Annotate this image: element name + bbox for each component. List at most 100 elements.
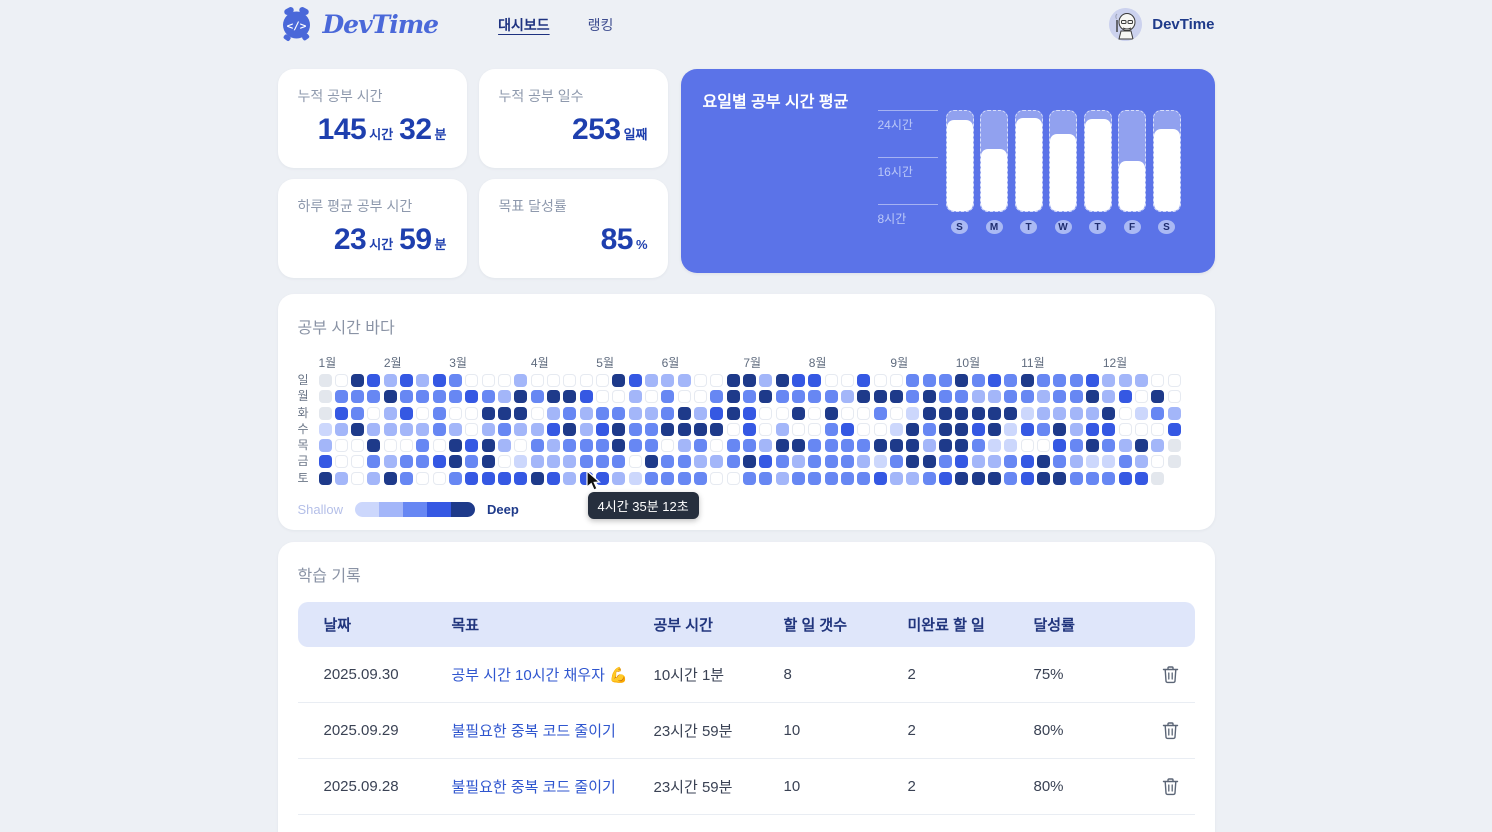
heatmap-cell[interactable]: [661, 374, 675, 387]
heatmap-cell[interactable]: [612, 422, 626, 436]
heatmap-cell[interactable]: [906, 374, 920, 387]
heatmap-cell[interactable]: [824, 406, 838, 420]
heatmap-cell[interactable]: [351, 390, 365, 404]
heatmap-cell[interactable]: [416, 374, 430, 387]
heatmap-cell[interactable]: [628, 406, 642, 420]
heatmap-cell[interactable]: [938, 439, 952, 453]
delete-record-button[interactable]: [1162, 665, 1179, 684]
heatmap-cell[interactable]: [1167, 390, 1181, 404]
heatmap-cell[interactable]: [922, 406, 936, 420]
heatmap-cell[interactable]: [710, 471, 724, 485]
heatmap-cell[interactable]: [596, 374, 610, 387]
heatmap-cell[interactable]: [1053, 455, 1067, 469]
heatmap-cell[interactable]: [1069, 471, 1083, 485]
heatmap-cell[interactable]: [383, 390, 397, 404]
heatmap-cell[interactable]: [694, 439, 708, 453]
heatmap-cell[interactable]: [1020, 471, 1034, 485]
heatmap-cell[interactable]: [416, 390, 430, 404]
heatmap-cell[interactable]: [530, 406, 544, 420]
heatmap-cell[interactable]: [645, 471, 659, 485]
heatmap-cell[interactable]: [596, 406, 610, 420]
heatmap-cell[interactable]: [922, 439, 936, 453]
heatmap-cell[interactable]: [498, 422, 512, 436]
heatmap-cell[interactable]: [906, 471, 920, 485]
heatmap-cell[interactable]: [1036, 439, 1050, 453]
heatmap-cell[interactable]: [351, 422, 365, 436]
heatmap-cell[interactable]: [824, 439, 838, 453]
heatmap-cell[interactable]: [1036, 406, 1050, 420]
heatmap-cell[interactable]: [367, 406, 381, 420]
heatmap-cell[interactable]: [792, 471, 806, 485]
heatmap-cell[interactable]: [694, 422, 708, 436]
heatmap-cell[interactable]: [612, 406, 626, 420]
heatmap-cell[interactable]: [873, 455, 887, 469]
heatmap-cell[interactable]: [1004, 439, 1018, 453]
heatmap-cell[interactable]: [808, 374, 822, 387]
heatmap-cell[interactable]: [726, 422, 740, 436]
heatmap-cell[interactable]: [987, 471, 1001, 485]
heatmap-cell[interactable]: [449, 455, 463, 469]
heatmap-cell[interactable]: [628, 374, 642, 387]
heatmap-cell[interactable]: [514, 455, 528, 469]
heatmap-cell[interactable]: [1020, 406, 1034, 420]
heatmap-cell[interactable]: [547, 390, 561, 404]
heatmap-cell[interactable]: [1151, 406, 1165, 420]
heatmap-cell[interactable]: [612, 455, 626, 469]
heatmap-cell[interactable]: [416, 455, 430, 469]
heatmap-cell[interactable]: [481, 439, 495, 453]
heatmap-cell[interactable]: [367, 471, 381, 485]
heatmap-cell[interactable]: [1004, 374, 1018, 387]
heatmap-cell[interactable]: [824, 390, 838, 404]
heatmap-cell[interactable]: [857, 439, 871, 453]
heatmap-cell[interactable]: [1118, 439, 1132, 453]
heatmap-cell[interactable]: [596, 422, 610, 436]
heatmap-cell[interactable]: [1085, 455, 1099, 469]
user-menu[interactable]: DevTime: [1109, 8, 1215, 41]
heatmap-cell[interactable]: [1069, 390, 1083, 404]
heatmap-cell[interactable]: [645, 390, 659, 404]
heatmap-cell[interactable]: [563, 406, 577, 420]
heatmap-cell[interactable]: [1004, 471, 1018, 485]
heatmap-cell[interactable]: [955, 374, 969, 387]
heatmap-cell[interactable]: [1118, 374, 1132, 387]
delete-record-button[interactable]: [1162, 777, 1179, 796]
heatmap-cell[interactable]: [906, 455, 920, 469]
heatmap-cell[interactable]: [824, 471, 838, 485]
heatmap-cell[interactable]: [1020, 455, 1034, 469]
record-goal-link[interactable]: 공부 시간 10시간 채우자 💪: [452, 664, 654, 685]
heatmap-cell[interactable]: [759, 455, 773, 469]
heatmap-cell[interactable]: [808, 471, 822, 485]
delete-record-button[interactable]: [1162, 721, 1179, 740]
heatmap-cell[interactable]: [530, 471, 544, 485]
heatmap-cell[interactable]: [841, 471, 854, 485]
heatmap-cell[interactable]: [465, 406, 479, 420]
heatmap-cell[interactable]: [514, 390, 528, 404]
heatmap-cell[interactable]: [824, 455, 838, 469]
heatmap-cell[interactable]: [334, 439, 348, 453]
heatmap-cell[interactable]: [1020, 422, 1034, 436]
heatmap-cell[interactable]: [1102, 455, 1116, 469]
heatmap-cell[interactable]: [563, 390, 577, 404]
heatmap-cell[interactable]: [383, 439, 397, 453]
heatmap-cell[interactable]: [645, 374, 659, 387]
heatmap-cell[interactable]: [432, 455, 446, 469]
heatmap-cell[interactable]: [1053, 406, 1067, 420]
heatmap-cell[interactable]: [334, 422, 348, 436]
heatmap-cell[interactable]: [481, 374, 495, 387]
heatmap-cell[interactable]: [481, 455, 495, 469]
heatmap-cell[interactable]: [547, 455, 561, 469]
heatmap-cell[interactable]: [449, 439, 463, 453]
heatmap-cell[interactable]: [987, 455, 1001, 469]
heatmap-cell[interactable]: [530, 455, 544, 469]
heatmap-cell[interactable]: [808, 455, 822, 469]
heatmap-cell[interactable]: [792, 439, 806, 453]
heatmap-cell[interactable]: [841, 455, 854, 469]
heatmap-cell[interactable]: [367, 390, 381, 404]
heatmap-cell[interactable]: [514, 374, 528, 387]
heatmap-cell[interactable]: [498, 406, 512, 420]
heatmap-cell[interactable]: [1151, 455, 1165, 469]
heatmap-cell[interactable]: [1036, 390, 1050, 404]
heatmap-cell[interactable]: [628, 455, 642, 469]
heatmap-cell[interactable]: [628, 471, 642, 485]
heatmap-cell[interactable]: [1085, 406, 1099, 420]
